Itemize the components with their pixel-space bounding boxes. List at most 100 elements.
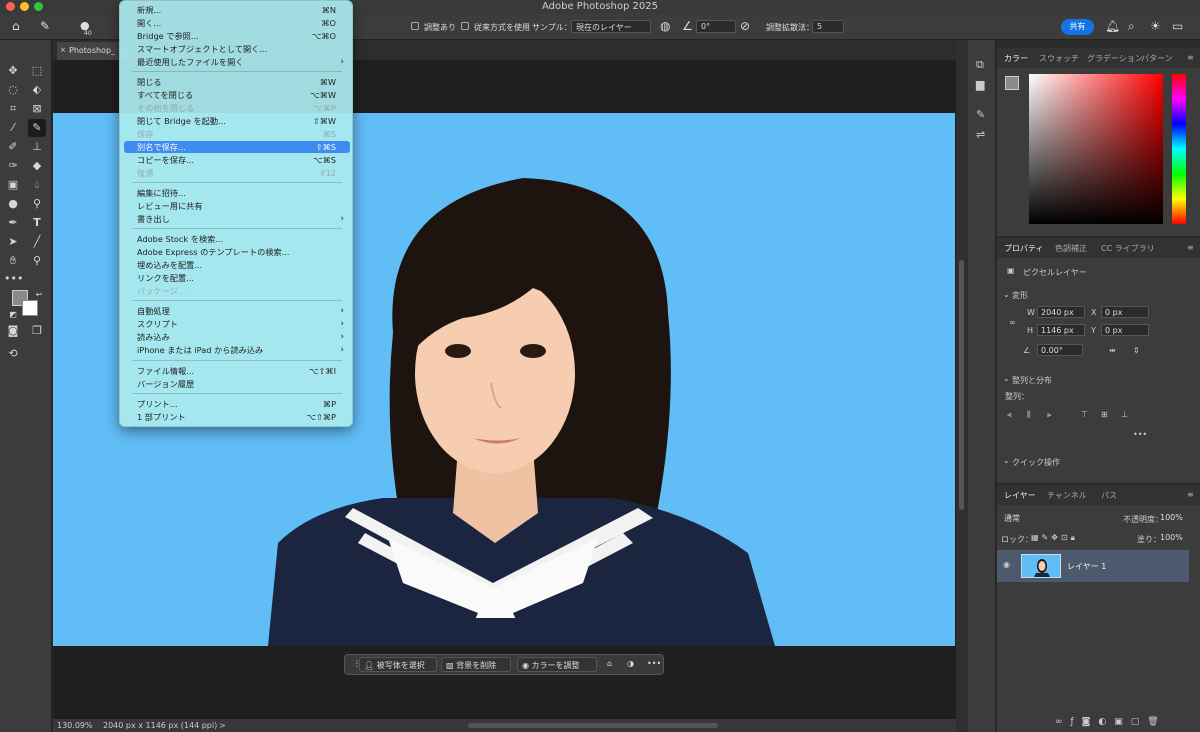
color-field[interactable]: [1029, 74, 1163, 224]
file-menu-item[interactable]: レビュー用に共有: [124, 200, 350, 212]
adjust-color-button[interactable]: ◉ カラーを調整: [517, 657, 597, 672]
file-menu-item[interactable]: 埋め込みを配置...: [124, 259, 350, 271]
adjustment-icon[interactable]: ◑: [623, 657, 638, 672]
file-menu-item[interactable]: バージョン履歴: [124, 378, 350, 390]
sample-select[interactable]: 現在のレイヤー: [571, 20, 651, 33]
hand-tool-icon[interactable]: ✋︎: [4, 252, 22, 270]
tab-channels[interactable]: チャンネル: [1047, 490, 1087, 501]
transform-icon[interactable]: ⌂: [603, 657, 616, 672]
file-menu-item[interactable]: 閉じる ⌘W: [124, 76, 350, 88]
pressure-icon[interactable]: ⊘: [740, 19, 750, 33]
zoom-level[interactable]: 130.09%: [57, 721, 93, 730]
history-icon[interactable]: ⧉: [976, 58, 984, 72]
opacity-input[interactable]: 100%: [1157, 512, 1197, 524]
more-options-icon[interactable]: •••: [643, 657, 665, 672]
file-menu-item[interactable]: 読み込み ›: [124, 331, 350, 343]
file-menu-item[interactable]: 自動処理 ›: [124, 305, 350, 317]
angle-input[interactable]: 0°: [696, 20, 736, 33]
marquee-tool-icon[interactable]: ⬚: [28, 62, 46, 80]
flip-horizontal-icon[interactable]: ⇹: [1109, 346, 1116, 355]
file-menu-item[interactable]: スクリプト ›: [124, 318, 350, 330]
file-menu-item[interactable]: 新規... ⌘N: [124, 4, 350, 16]
share-button[interactable]: 共有: [1061, 19, 1094, 35]
tab-paths[interactable]: パス: [1101, 490, 1117, 501]
file-menu-item[interactable]: スマートオブジェクトとして開く...: [124, 43, 350, 55]
brush-settings-icon[interactable]: ✎: [976, 108, 985, 121]
eraser-tool-icon[interactable]: ◆: [28, 157, 46, 175]
align-middle-icon[interactable]: ⊞: [1101, 410, 1108, 419]
minimize-window-button[interactable]: [20, 2, 29, 11]
generative-fill-icon[interactable]: ⟲: [4, 345, 22, 363]
height-input[interactable]: 1146 px: [1037, 324, 1085, 336]
file-menu-item[interactable]: 開く... ⌘O: [124, 17, 350, 29]
file-menu-item[interactable]: iPhone または iPad から読み込み ›: [124, 344, 350, 356]
file-menu-item[interactable]: リンクを配置...: [124, 272, 350, 284]
search-icon[interactable]: ⌕: [1128, 19, 1135, 34]
align-chevron-icon[interactable]: ⌄: [1003, 374, 1010, 383]
width-input[interactable]: 2040 px: [1037, 306, 1085, 318]
file-menu-item[interactable]: 別名で保存... ⇧⌘S: [124, 141, 350, 153]
tab-adjustments[interactable]: 色調補正: [1055, 243, 1087, 254]
screen-mode-icon[interactable]: ❐: [28, 322, 46, 340]
align-more-button[interactable]: •••: [1133, 430, 1147, 439]
close-window-button[interactable]: [6, 2, 15, 11]
file-menu-item[interactable]: プリント... ⌘P: [124, 398, 350, 410]
zoom-tool-icon[interactable]: ⚲: [28, 252, 46, 270]
spot-healing-tool-icon[interactable]: ✎: [28, 119, 46, 137]
file-menu-item[interactable]: 書き出し ›: [124, 213, 350, 225]
tab-cc-libraries[interactable]: CC ライブラリ: [1101, 243, 1155, 254]
lasso-tool-icon[interactable]: ◌: [4, 81, 22, 99]
align-bottom-icon[interactable]: ⊥: [1121, 410, 1128, 419]
remove-background-button[interactable]: ▧ 背景を削除: [441, 657, 511, 672]
crop-tool-icon[interactable]: ⌗: [4, 100, 22, 118]
legacy-checkbox[interactable]: [461, 22, 469, 30]
fg-color-chip[interactable]: [1005, 76, 1019, 90]
file-menu-item[interactable]: 最近使用したファイルを開く ›: [124, 56, 350, 68]
diffusion-select[interactable]: 5: [812, 20, 844, 33]
select-subject-button[interactable]: 👤︎ 被写体を選択: [359, 657, 437, 672]
type-tool-icon[interactable]: T: [28, 214, 46, 232]
gradient-tool-icon[interactable]: ▣: [4, 176, 22, 194]
workspace-icon[interactable]: ▭: [1172, 19, 1183, 33]
link-icon[interactable]: ∞: [1009, 318, 1016, 327]
blur-tool-icon[interactable]: 💧︎: [28, 176, 46, 194]
edit-toolbar-icon[interactable]: •••: [4, 270, 23, 288]
layer-row[interactable]: ◉ レイヤー 1: [997, 550, 1189, 582]
horizontal-scrollbar[interactable]: [468, 723, 718, 728]
scrollbar-thumb[interactable]: [959, 260, 964, 510]
move-tool-icon[interactable]: ✥: [4, 62, 22, 80]
panel-menu-icon[interactable]: ≡: [1187, 53, 1194, 62]
tab-swatches[interactable]: スウォッチ: [1039, 53, 1079, 64]
vertical-scrollbar[interactable]: [956, 40, 968, 732]
file-menu-item[interactable]: Adobe Stock を検索...: [124, 233, 350, 245]
visibility-eye-icon[interactable]: ◉: [1003, 560, 1010, 569]
align-top-icon[interactable]: ⊤: [1081, 410, 1088, 419]
pen-tool-icon[interactable]: ✒: [4, 214, 22, 232]
file-menu-item[interactable]: すべてを閉じる ⌥⌘W: [124, 89, 350, 101]
transform-chevron-icon[interactable]: ⌄: [1003, 290, 1010, 299]
layer-actions-icons[interactable]: ∞ƒ◙◐▣▢🗑︎: [1055, 717, 1167, 727]
document-tab[interactable]: × Photoshop_: [57, 42, 125, 60]
discover-icon[interactable]: ☀: [1150, 19, 1161, 33]
file-menu-item[interactable]: 閉じて Bridge を起動... ⇧⌘W: [124, 115, 350, 127]
ignore-adjustment-icon[interactable]: ◍: [660, 19, 670, 33]
line-tool-icon[interactable]: ╱: [28, 233, 46, 251]
zoom-window-button[interactable]: [34, 2, 43, 11]
panel-menu-icon[interactable]: ≡: [1187, 243, 1194, 252]
hue-slider[interactable]: [1172, 74, 1186, 224]
quick-mask-icon[interactable]: ◙: [4, 322, 22, 340]
file-menu-item[interactable]: 編集に招待...: [124, 187, 350, 199]
adjustments-icon[interactable]: ⇌: [976, 128, 985, 141]
file-menu-item[interactable]: Bridge で参照... ⌥⌘O: [124, 30, 350, 42]
file-menu-item[interactable]: Adobe Express のテンプレートの検索...: [124, 246, 350, 258]
status-menu-arrow[interactable]: >: [219, 721, 226, 730]
comments-icon[interactable]: ▆: [976, 78, 984, 91]
align-right-icon[interactable]: ⫸: [1047, 410, 1052, 420]
y-input[interactable]: 0 px: [1101, 324, 1149, 336]
stamp-tool-icon[interactable]: ⊥: [28, 138, 46, 156]
align-center-icon[interactable]: ⫼: [1027, 410, 1031, 420]
quick-actions-chevron-icon[interactable]: ⌄: [1003, 456, 1010, 465]
flip-vertical-icon[interactable]: ⇕: [1133, 346, 1140, 355]
close-tab-icon[interactable]: ×: [60, 46, 66, 54]
brush-tool-icon[interactable]: ✐: [4, 138, 22, 156]
